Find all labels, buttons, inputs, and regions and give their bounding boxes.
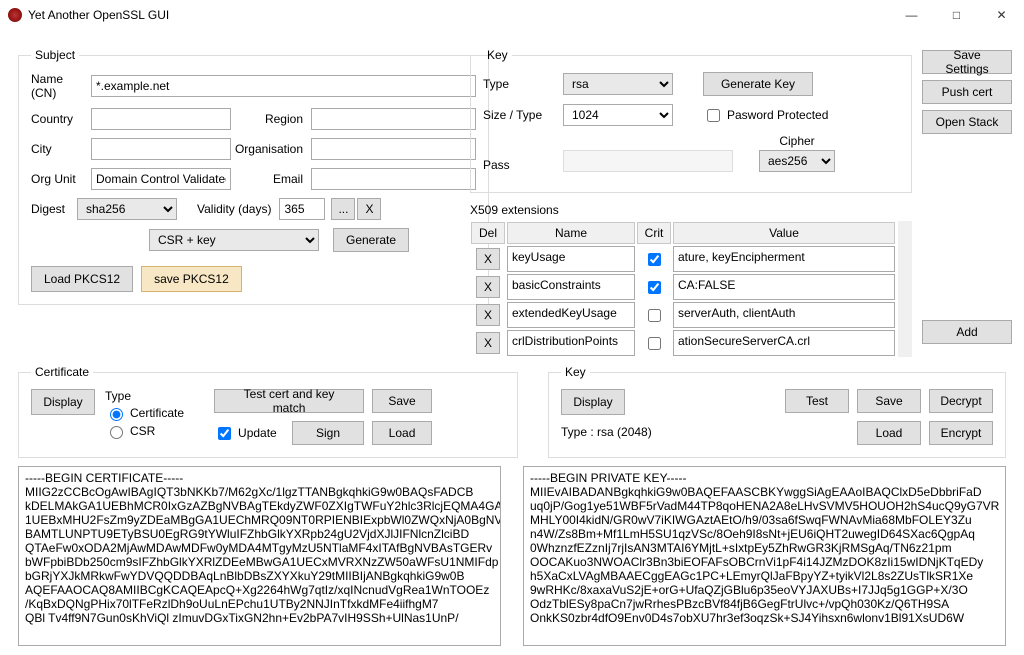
col-del: Del <box>471 222 505 244</box>
generate-key-button[interactable]: Generate Key <box>703 72 813 96</box>
region-input[interactable] <box>311 108 476 130</box>
email-label: Email <box>231 172 311 186</box>
ext-del-3[interactable]: X <box>476 332 500 354</box>
ext-crit-2[interactable] <box>648 309 661 322</box>
cipher-label: Cipher <box>759 134 835 148</box>
key-pass-label: Pass <box>483 158 553 172</box>
cert-load-button[interactable]: Load <box>372 421 432 445</box>
sign-button[interactable]: Sign <box>292 421 364 445</box>
cert-display-button[interactable]: Display <box>31 389 95 415</box>
subject-legend: Subject <box>31 48 79 62</box>
organisation-input[interactable] <box>311 138 476 160</box>
decrypt-button[interactable]: Decrypt <box>929 389 993 413</box>
certificate-legend: Certificate <box>31 365 93 379</box>
ext-name-0[interactable]: keyUsage <box>507 246 635 272</box>
col-crit: Crit <box>637 222 671 244</box>
test-cert-key-match-button[interactable]: Test cert and key match <box>214 389 364 413</box>
save-settings-button[interactable]: Save Settings <box>922 50 1012 74</box>
name-input[interactable] <box>91 75 476 97</box>
key-load-button[interactable]: Load <box>857 421 921 445</box>
radio-certificate[interactable]: Certificate <box>105 405 184 421</box>
city-label: City <box>31 142 91 156</box>
cert-type-label: Type <box>105 389 184 403</box>
orgunit-input[interactable] <box>91 168 231 190</box>
ext-del-1[interactable]: X <box>476 276 500 298</box>
col-value: Value <box>673 222 895 244</box>
update-checkbox[interactable]: Update <box>214 424 284 443</box>
certificate-textarea[interactable] <box>18 466 501 646</box>
x509-table: Del Name Crit Value X keyUsage ature, ke… <box>470 221 896 357</box>
email-input[interactable] <box>311 168 476 190</box>
validity-clear-button[interactable]: X <box>357 198 381 220</box>
validity-label: Validity (days) <box>197 202 271 216</box>
ext-value-0[interactable]: ature, keyEncipherment <box>673 246 895 272</box>
password-protected-checkbox[interactable]: Pasword Protected <box>703 106 828 125</box>
organisation-label: Organisation <box>231 142 311 156</box>
key-type-label: Type <box>483 77 553 91</box>
load-pkcs12-button[interactable]: Load PKCS12 <box>31 266 133 292</box>
ext-name-1[interactable]: basicConstraints <box>507 274 635 300</box>
close-button[interactable]: ✕ <box>979 0 1024 30</box>
key-legend: Key <box>483 48 512 62</box>
ext-value-1[interactable]: CA:FALSE <box>673 274 895 300</box>
digest-select[interactable]: sha256 <box>77 198 177 220</box>
ext-del-0[interactable]: X <box>476 248 500 270</box>
privatekey-textarea[interactable] <box>523 466 1006 646</box>
save-pkcs12-button[interactable]: save PKCS12 <box>141 266 242 292</box>
city-input[interactable] <box>91 138 231 160</box>
ext-crit-1[interactable] <box>648 281 661 294</box>
cert-save-button[interactable]: Save <box>372 389 432 413</box>
digest-label: Digest <box>31 202 77 216</box>
open-stack-button[interactable]: Open Stack <box>922 110 1012 134</box>
key-panel-group: Key Display Type : rsa (2048) Test Save … <box>548 365 1006 458</box>
push-cert-button[interactable]: Push cert <box>922 80 1012 104</box>
certificate-group: Certificate Display Type Certificate CSR… <box>18 365 518 458</box>
mode-select[interactable]: CSR + key <box>149 229 319 251</box>
key-test-button[interactable]: Test <box>785 389 849 413</box>
name-label: Name (CN) <box>31 72 91 100</box>
validity-browse-button[interactable]: ... <box>331 198 355 220</box>
x509-title: X509 extensions <box>470 203 912 217</box>
right-buttons: Save Settings Push cert Open Stack Add <box>922 48 1022 350</box>
ext-value-3[interactable]: ationSecureServerCA.crl <box>673 330 895 356</box>
titlebar: Yet Another OpenSSL GUI — □ ✕ <box>0 0 1024 30</box>
ext-name-2[interactable]: extendedKeyUsage <box>507 302 635 328</box>
key-group: Key Type rsa Generate Key Size / Type 10… <box>470 48 912 193</box>
maximize-button[interactable]: □ <box>934 0 979 30</box>
orgunit-label: Org Unit <box>31 172 91 186</box>
minimize-button[interactable]: — <box>889 0 934 30</box>
key-pass-input[interactable] <box>563 150 733 172</box>
radio-csr[interactable]: CSR <box>105 423 184 439</box>
ext-del-2[interactable]: X <box>476 304 500 326</box>
key-panel-legend: Key <box>561 365 590 379</box>
region-label: Region <box>231 112 311 126</box>
app-icon <box>8 8 22 22</box>
key-type-line: Type : rsa (2048) <box>561 425 652 439</box>
key-display-button[interactable]: Display <box>561 389 625 415</box>
ext-value-2[interactable]: serverAuth, clientAuth <box>673 302 895 328</box>
cipher-select[interactable]: aes256 <box>759 150 835 172</box>
encrypt-button[interactable]: Encrypt <box>929 421 993 445</box>
key-type-select[interactable]: rsa <box>563 73 673 95</box>
x509-scrollbar[interactable] <box>898 221 912 357</box>
validity-input[interactable] <box>279 198 325 220</box>
ext-crit-3[interactable] <box>648 337 661 350</box>
col-name: Name <box>507 222 635 244</box>
generate-button[interactable]: Generate <box>333 228 409 252</box>
add-extension-button[interactable]: Add <box>922 320 1012 344</box>
country-input[interactable] <box>91 108 231 130</box>
ext-name-3[interactable]: crlDistributionPoints <box>507 330 635 356</box>
key-save-button[interactable]: Save <box>857 389 921 413</box>
window-title: Yet Another OpenSSL GUI <box>28 8 889 22</box>
key-size-select[interactable]: 1024 <box>563 104 673 126</box>
key-size-label: Size / Type <box>483 108 553 122</box>
country-label: Country <box>31 112 91 126</box>
ext-crit-0[interactable] <box>648 253 661 266</box>
subject-group: Subject Name (CN) Country Region City Or… <box>18 48 489 305</box>
